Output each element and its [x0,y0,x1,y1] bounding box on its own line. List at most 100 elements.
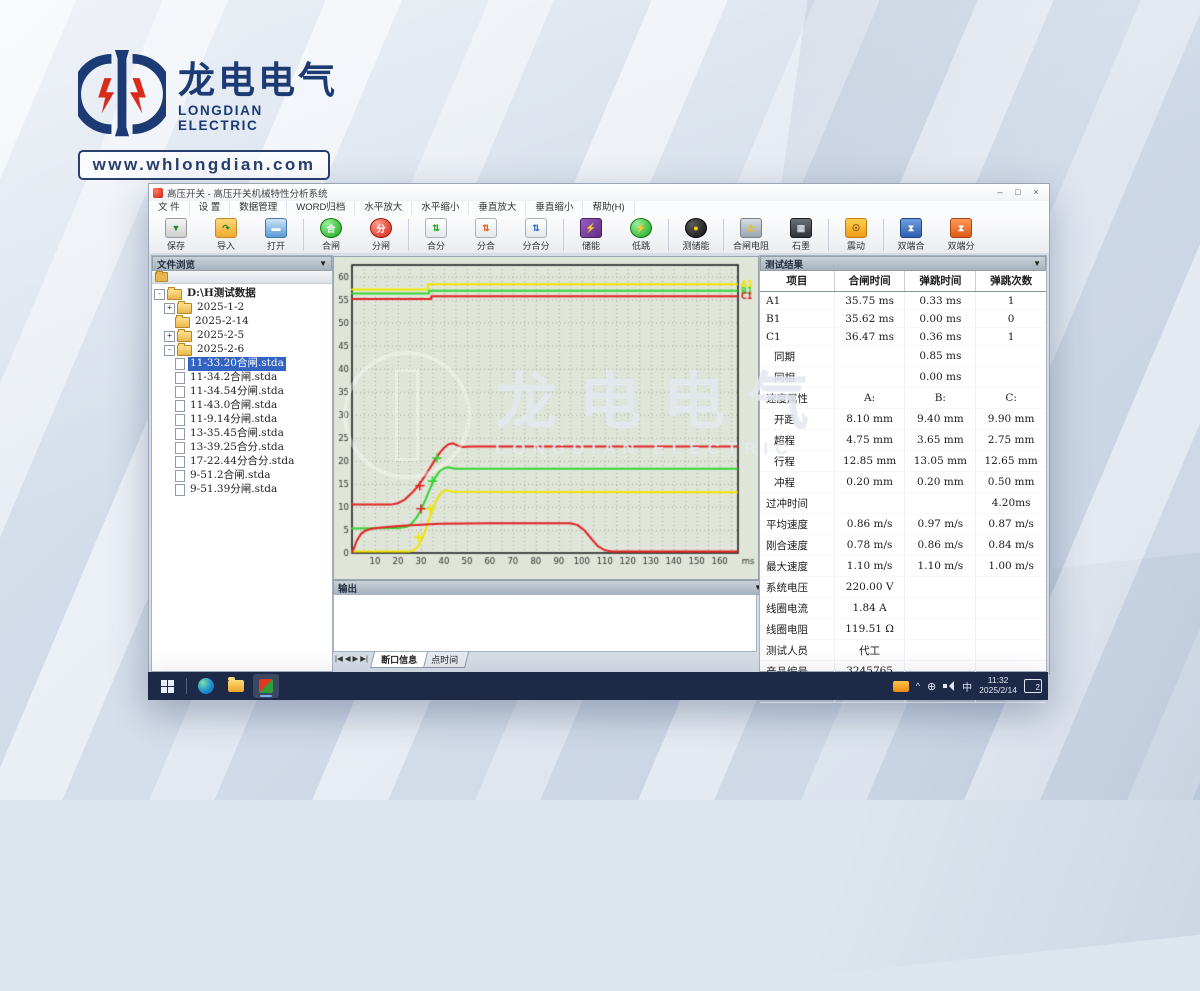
toolbar-button-合闸电阻[interactable]: ⚠合闸电阻 [726,216,776,254]
toolbar-button-震动[interactable]: ☉震动 [831,216,881,254]
tab-nav-arrow[interactable]: ◀ [345,654,351,663]
tree-file[interactable]: 9-51.2合闸.stda [154,469,330,483]
edge-browser-button[interactable] [193,674,219,698]
toolbar-button-双端分[interactable]: ⧗双端分 [936,216,986,254]
row-value: 0.86 m/s [834,514,905,535]
row-value [976,367,1046,388]
chevron-down-icon[interactable]: ▼ [1033,259,1041,268]
toggle-icon[interactable]: + [164,331,175,342]
tree-file[interactable]: 9-51.39分闸.stda [154,483,330,497]
notification-icon[interactable]: 2 [1024,679,1042,693]
tree-file[interactable]: 11-34.2合闸.stda [154,371,330,385]
file-icon [175,372,185,384]
toolbar-button-储能[interactable]: ⚡储能 [566,216,616,254]
folder-icon [177,345,192,356]
tree-file[interactable]: 13-39.25合分.stda [154,441,330,455]
closing-resistor-icon: ⚠ [740,218,762,238]
toggle-icon[interactable]: - [164,345,175,356]
file-icon [175,456,185,468]
tab-nav-arrows[interactable]: |◀◀▶▶| [333,652,372,663]
toolbar-button-打开[interactable]: ▬打开 [251,216,301,254]
folder-icon[interactable] [155,272,168,282]
row-value: 12.85 mm [834,451,905,472]
toolbar-label: 导入 [217,239,235,252]
tree-file[interactable]: 11-34.54分闸.stda [154,385,330,399]
tree-folder-2025-2-6[interactable]: -2025-2-6 [154,343,330,357]
menu-item-5[interactable]: 水平缩小 [412,201,469,215]
row-value: 0.20 mm [834,472,905,493]
results-title: 测试结果 [765,257,803,271]
toolbar-button-测储能[interactable]: ●测储能 [671,216,721,254]
vibration-icon: ☉ [845,218,867,238]
toolbar-button-导入[interactable]: ↷导入 [201,216,251,254]
waveform-chart[interactable] [334,257,758,579]
toolbar-button-合闸[interactable]: 合合闸 [306,216,356,254]
toolbar-label: 打开 [267,239,285,252]
menu-item-2[interactable]: 数据管理 [230,201,287,215]
row-label: 速度属性 [760,388,834,409]
table-row: C136.47 ms0.36 ms1 [760,328,1046,346]
row-value: 9.40 mm [905,409,976,430]
menu-item-1[interactable]: 设 置 [190,201,231,215]
toolbar-button-合分[interactable]: ⇅合分 [411,216,461,254]
output-header[interactable]: 输出 ▼ [333,580,767,595]
menu-item-8[interactable]: 帮助(H) [583,201,634,215]
toolbar-button-分合[interactable]: ⇅分合 [461,216,511,254]
menu-item-3[interactable]: WORD归档 [287,201,355,215]
toggle-icon[interactable]: - [154,289,165,300]
toolbar-separator [668,219,669,251]
tree-file[interactable]: 13-35.45合闸.stda [154,427,330,441]
tree-file[interactable]: 11-43.0合闸.stda [154,399,330,413]
minimize-button[interactable]: – [991,186,1009,199]
file-explorer-button[interactable] [223,674,249,698]
close-open-icon: ⇅ [425,218,447,238]
menu-item-0[interactable]: 文 件 [149,201,190,215]
tree-folder-2025-2-5[interactable]: +2025-2-5 [154,329,330,343]
toolbar-button-分合分[interactable]: ⇅分合分 [511,216,561,254]
taskbar-clock[interactable]: 11:32 2025/2/14 [979,676,1017,696]
row-value: 0.00 ms [905,310,976,328]
window-title: 高压开关 - 高压开关机械特性分析系统 [167,186,991,200]
tree-folder-2025-1-2[interactable]: +2025-1-2 [154,301,330,315]
start-button[interactable] [154,674,180,698]
tree-file[interactable]: 17-22.44分合分.stda [154,455,330,469]
results-header[interactable]: 测试结果 ▼ [760,256,1046,271]
tab-nav-arrow[interactable]: ▶| [360,654,368,663]
network-icon[interactable]: ⊕ [927,680,936,693]
tree-file[interactable]: 11-33.20合闸.stda [154,357,330,371]
toolbar-button-保存[interactable]: ▼保存 [151,216,201,254]
toolbar-button-石墨[interactable]: ▦石墨 [776,216,826,254]
toolbar-label: 储能 [582,239,600,252]
toggle-icon[interactable]: + [164,303,175,314]
ime-indicator[interactable]: 中 [962,679,972,694]
company-name-en: LONGDIAN ELECTRIC [178,103,348,133]
row-value: 2.75 mm [976,430,1046,451]
volume-icon[interactable] [943,681,955,691]
tab-nav-arrow[interactable]: |◀ [335,654,343,663]
file-label: 11-9.14分闸.stda [188,413,279,426]
tree-file[interactable]: 11-9.14分闸.stda [154,413,330,427]
menu-item-7[interactable]: 垂直缩小 [526,201,583,215]
file-browser-header[interactable]: 文件浏览 ▼ [152,256,332,271]
menu-item-6[interactable]: 垂直放大 [469,201,526,215]
row-value [834,367,905,388]
menu-item-4[interactable]: 水平放大 [355,201,412,215]
tab-断口信息[interactable]: 断口信息 [370,652,428,668]
row-label: 系统电压 [760,577,834,598]
row-value: 0.84 m/s [976,535,1046,556]
analyzer-app-button[interactable] [253,674,279,698]
chevron-down-icon[interactable]: ▼ [319,259,327,268]
maximize-button[interactable]: □ [1009,186,1027,199]
tree-folder-2025-2-14[interactable]: 2025-2-14 [154,315,330,329]
tab-nav-arrow[interactable]: ▶ [353,654,359,663]
toolbar-button-分闸[interactable]: 分分闸 [356,216,406,254]
toggle-icon[interactable] [164,318,173,327]
tray-chevron-icon[interactable]: ^ [916,681,920,691]
toolbar-button-低跳[interactable]: ⚡低跳 [616,216,666,254]
tray-app-icon[interactable] [893,681,909,692]
toolbar-button-双端合[interactable]: ⧗双端合 [886,216,936,254]
close-button[interactable]: × [1027,186,1045,199]
chart-panel[interactable] [333,256,759,580]
row-value: 35.62 ms [834,310,905,328]
tree-root[interactable]: -D:\H测试数据 [154,287,330,301]
